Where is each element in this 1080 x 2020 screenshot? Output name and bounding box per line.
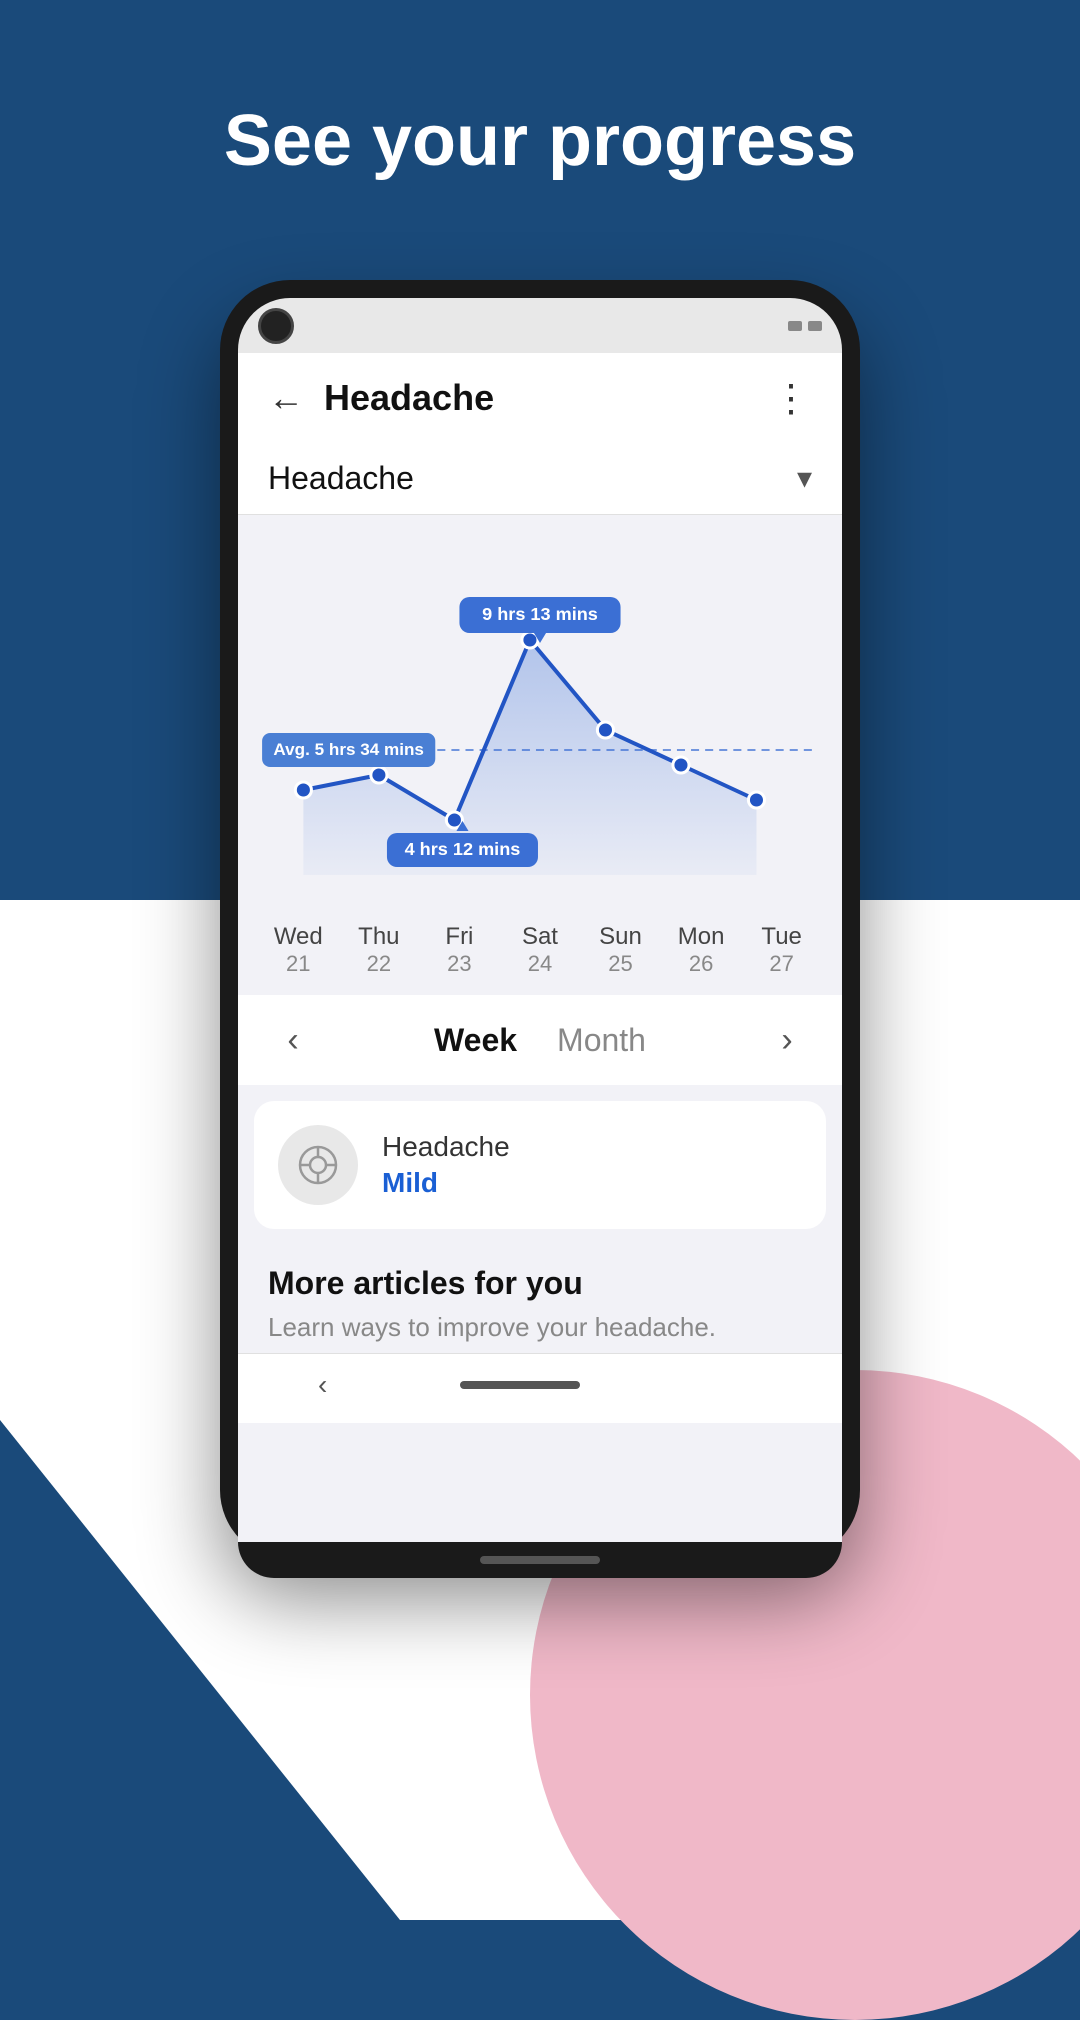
symptom-severity: Mild	[382, 1167, 510, 1199]
x-date-2: 23	[447, 951, 471, 977]
x-axis-item-4: Sun 25	[581, 923, 661, 977]
x-date-1: 22	[367, 951, 391, 977]
home-indicator[interactable]	[460, 1381, 580, 1389]
svg-text:4 hrs 12 mins: 4 hrs 12 mins	[405, 839, 521, 859]
x-day-6: Tue	[761, 923, 801, 951]
dropdown-arrow-icon: ▾	[797, 461, 812, 496]
x-day-0: Wed	[274, 923, 323, 951]
hero-title: See your progress	[0, 100, 1080, 183]
phone-bottom-pill	[238, 1542, 842, 1578]
phone-status-right	[788, 321, 822, 331]
x-day-2: Fri	[445, 923, 473, 951]
x-date-3: 24	[528, 951, 552, 977]
x-day-5: Mon	[678, 923, 725, 951]
x-day-3: Sat	[522, 923, 558, 951]
x-axis-item-5: Mon 26	[661, 923, 741, 977]
x-date-0: 21	[286, 951, 310, 977]
phone-device: ← Headache ⋮ Headache ▾	[220, 280, 860, 1560]
x-date-4: 25	[608, 951, 632, 977]
symptom-card[interactable]: Headache Mild	[254, 1101, 826, 1229]
status-dot-2	[808, 321, 822, 331]
back-button[interactable]: ←	[268, 377, 304, 419]
next-period-button[interactable]: ›	[762, 1021, 812, 1060]
system-back-button[interactable]: ‹	[318, 1369, 327, 1401]
symptom-icon	[278, 1125, 358, 1205]
phone-camera	[258, 308, 294, 344]
dropdown-label: Headache	[268, 460, 797, 497]
x-axis-item-2: Fri 23	[419, 923, 499, 977]
x-date-5: 26	[689, 951, 713, 977]
articles-title: More articles for you	[268, 1265, 812, 1302]
bottom-bar: ‹	[238, 1353, 842, 1423]
svg-text:9 hrs 13 mins: 9 hrs 13 mins	[482, 604, 598, 624]
week-tab[interactable]: Week	[434, 1022, 517, 1059]
home-indicator-pill	[480, 1556, 600, 1564]
status-dot-1	[788, 321, 802, 331]
x-axis-item-0: Wed 21	[258, 923, 338, 977]
symptom-name: Headache	[382, 1131, 510, 1163]
x-day-1: Thu	[358, 923, 399, 951]
app-bar-title: Headache	[324, 377, 752, 419]
articles-subtitle: Learn ways to improve your headache.	[268, 1312, 812, 1343]
x-day-4: Sun	[599, 923, 642, 951]
symptom-info: Headache Mild	[382, 1131, 510, 1199]
x-date-6: 27	[769, 951, 793, 977]
period-tabs: Week Month	[434, 1022, 646, 1059]
x-axis: Wed 21 Thu 22 Fri 23 Sat 24	[248, 923, 832, 977]
articles-section: More articles for you Learn ways to impr…	[238, 1245, 842, 1353]
x-axis-item-6: Tue 27	[742, 923, 822, 977]
x-axis-item-3: Sat 24	[500, 923, 580, 977]
more-menu-button[interactable]: ⋮	[772, 376, 812, 421]
prev-period-button[interactable]: ‹	[268, 1021, 318, 1060]
phone-notch-bar	[238, 298, 842, 353]
svg-text:Avg. 5 hrs 34 mins: Avg. 5 hrs 34 mins	[273, 740, 424, 759]
phone-screen: ← Headache ⋮ Headache ▾	[238, 353, 842, 1542]
x-axis-item-1: Thu 22	[339, 923, 419, 977]
month-tab[interactable]: Month	[557, 1022, 646, 1059]
phone-wrapper: ← Headache ⋮ Headache ▾	[220, 280, 860, 1560]
chart-container: 9 hrs 13 mins 4 hrs 12 mins Avg. 5 hrs 3…	[238, 515, 842, 995]
chart-svg: 9 hrs 13 mins 4 hrs 12 mins Avg. 5 hrs 3…	[248, 535, 832, 915]
app-bar: ← Headache ⋮	[238, 353, 842, 443]
symptom-dropdown[interactable]: Headache ▾	[238, 443, 842, 515]
period-nav: ‹ Week Month ›	[238, 995, 842, 1085]
